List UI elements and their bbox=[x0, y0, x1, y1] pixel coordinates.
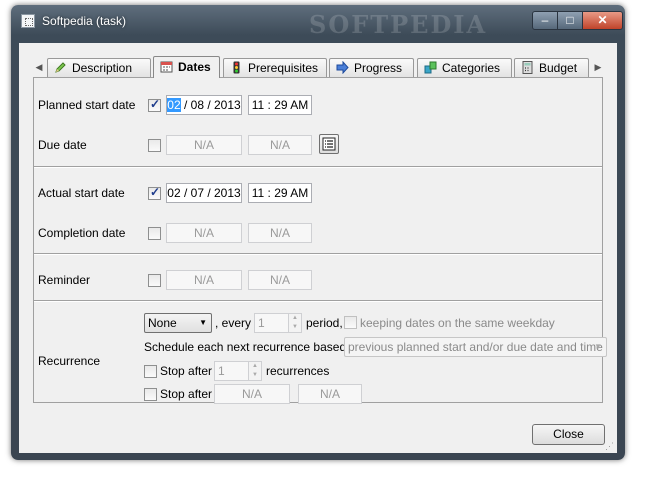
stop-after-date-label: Stop after bbox=[160, 387, 213, 401]
recurrence-type-select[interactable]: None ▼ bbox=[144, 313, 212, 333]
tab-label: Budget bbox=[539, 61, 578, 75]
tab-scroll-left-button[interactable]: ◀ bbox=[32, 59, 46, 75]
traffic-light-icon bbox=[233, 61, 240, 74]
due-time-field[interactable]: N/A bbox=[248, 135, 312, 155]
recurrences-label: recurrences bbox=[266, 364, 330, 378]
tab-categories[interactable]: Categories bbox=[417, 58, 512, 77]
chevron-down-icon: ▼ bbox=[199, 318, 207, 327]
reminder-time-field[interactable]: N/A bbox=[248, 270, 312, 290]
tab-scroll-right-button[interactable]: ▶ bbox=[591, 59, 605, 75]
due-date-checkbox[interactable] bbox=[148, 139, 161, 152]
every-spinner[interactable]: ▲ ▼ bbox=[288, 313, 302, 333]
stop-after-date-checkbox[interactable] bbox=[144, 388, 157, 401]
tab-strip: ◀ Description Dates Prerequisites Progre… bbox=[32, 56, 605, 78]
dates-panel: Planned start date 02 / 08 / 2013 11 : 2… bbox=[33, 77, 607, 404]
tab-label: Prerequisites bbox=[248, 61, 319, 75]
tab-label: Categories bbox=[442, 61, 501, 75]
planned-start-time-field[interactable]: 11 : 29 AM bbox=[248, 95, 312, 115]
close-window-button[interactable]: ✕ bbox=[582, 11, 623, 30]
title-bar[interactable]: Softpedia (task) SOFTPEDIA – □ ✕ bbox=[11, 5, 625, 39]
period-label: period, bbox=[306, 316, 343, 330]
every-label: , every bbox=[215, 316, 252, 330]
window-title: Softpedia (task) bbox=[42, 14, 127, 28]
planned-start-label: Planned start date bbox=[38, 98, 136, 112]
tab-label: Dates bbox=[178, 60, 211, 74]
schedule-basis-select[interactable]: previous planned start and/or due date a… bbox=[344, 337, 607, 357]
stop-after-count-checkbox[interactable] bbox=[144, 365, 157, 378]
tab-progress[interactable]: Progress bbox=[329, 58, 414, 77]
spin-down-icon[interactable]: ▼ bbox=[249, 371, 261, 380]
actual-start-date-field[interactable]: 02 / 07 / 2013 bbox=[166, 183, 242, 203]
boxes-icon bbox=[424, 61, 437, 74]
tab-label: Progress bbox=[354, 61, 403, 75]
due-date-field[interactable]: N/A bbox=[166, 135, 242, 155]
dialog-client: ◀ Description Dates Prerequisites Progre… bbox=[19, 43, 617, 453]
separator bbox=[34, 300, 602, 302]
close-button[interactable]: Close bbox=[532, 424, 605, 445]
completion-time-field[interactable]: N/A bbox=[248, 223, 312, 243]
spin-up-icon[interactable]: ▲ bbox=[249, 362, 261, 371]
separator bbox=[34, 166, 602, 168]
tab-budget[interactable]: Budget bbox=[514, 58, 589, 77]
actual-start-label: Actual start date bbox=[38, 186, 125, 200]
tab-description[interactable]: Description bbox=[47, 58, 151, 77]
stop-after-date-field[interactable]: N/A bbox=[214, 384, 290, 404]
due-date-list-button[interactable] bbox=[319, 134, 339, 154]
spin-up-icon[interactable]: ▲ bbox=[289, 314, 301, 323]
resize-grip-icon[interactable]: ⋰ bbox=[605, 441, 615, 451]
completion-date-label: Completion date bbox=[38, 226, 126, 240]
minimize-button[interactable]: – bbox=[532, 11, 558, 30]
pencil-icon bbox=[55, 62, 66, 73]
same-weekday-checkbox[interactable] bbox=[344, 316, 357, 329]
app-icon[interactable] bbox=[21, 14, 35, 28]
planned-start-date-field[interactable]: 02 / 08 / 2013 bbox=[166, 95, 242, 115]
stop-after-count-field[interactable]: 1 bbox=[214, 361, 249, 381]
tab-label: Description bbox=[72, 61, 133, 75]
planned-start-date-rest: / 08 / 2013 bbox=[180, 98, 241, 112]
completion-date-field[interactable]: N/A bbox=[166, 223, 242, 243]
spin-down-icon[interactable]: ▼ bbox=[289, 323, 301, 332]
actual-start-time-field[interactable]: 11 : 29 AM bbox=[248, 183, 312, 203]
calculator-icon bbox=[522, 61, 533, 74]
watermark: SOFTPEDIA bbox=[309, 10, 488, 39]
schedule-label: Schedule each next recurrence based on bbox=[144, 340, 363, 354]
planned-start-day: 02 bbox=[167, 98, 181, 112]
arrow-right-icon bbox=[336, 61, 349, 74]
list-icon bbox=[322, 137, 336, 151]
maximize-button[interactable]: □ bbox=[557, 11, 583, 30]
chevron-down-icon: ▼ bbox=[594, 342, 602, 351]
reminder-label: Reminder bbox=[38, 273, 91, 287]
actual-start-checkbox[interactable] bbox=[148, 185, 161, 200]
schedule-basis-value: previous planned start and/or due date a… bbox=[348, 340, 603, 354]
completion-date-checkbox[interactable] bbox=[148, 227, 161, 240]
due-date-label: Due date bbox=[38, 138, 87, 152]
reminder-checkbox[interactable] bbox=[148, 274, 161, 287]
every-value-field[interactable]: 1 bbox=[254, 313, 289, 333]
same-weekday-label: keeping dates on the same weekday bbox=[360, 316, 555, 330]
calendar-icon bbox=[160, 61, 173, 73]
stop-after-spinner[interactable]: ▲ ▼ bbox=[248, 361, 262, 381]
planned-start-checkbox[interactable] bbox=[148, 97, 161, 112]
stop-after-count-label: Stop after bbox=[160, 364, 213, 378]
separator bbox=[34, 253, 602, 255]
stop-after-time-field[interactable]: N/A bbox=[298, 384, 362, 404]
recurrence-label: Recurrence bbox=[38, 354, 101, 368]
app-window: Softpedia (task) SOFTPEDIA – □ ✕ ◀ Descr… bbox=[11, 5, 625, 460]
recurrence-type-value: None bbox=[148, 316, 177, 330]
reminder-date-field[interactable]: N/A bbox=[166, 270, 242, 290]
tab-prerequisites[interactable]: Prerequisites bbox=[223, 58, 327, 77]
tab-dates[interactable]: Dates bbox=[153, 56, 220, 78]
